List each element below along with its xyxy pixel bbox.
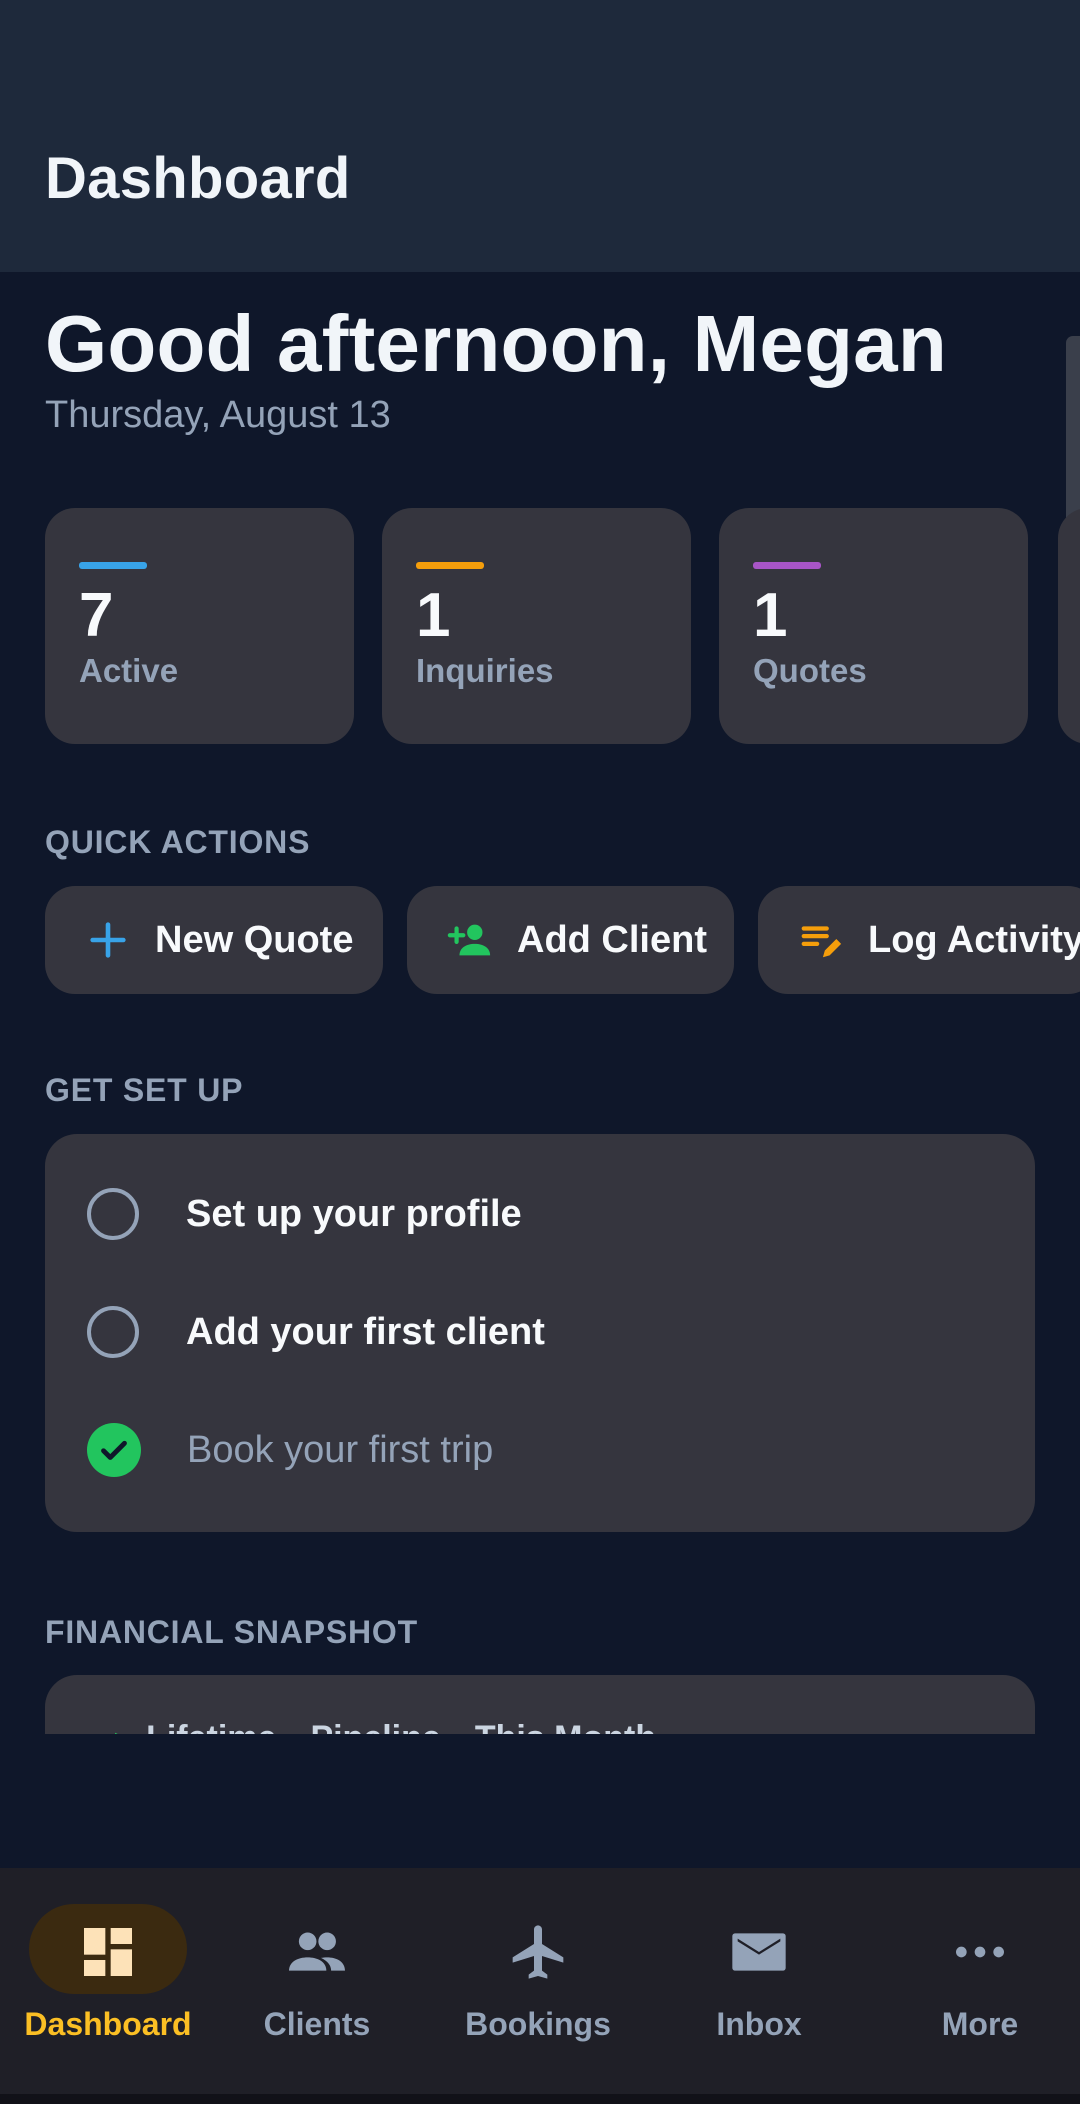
stat-label: Active	[79, 652, 179, 689]
greeting-heading: Good afternoon, Megan	[45, 299, 947, 388]
stat-card-inquiries[interactable]: 1 Inquiries	[382, 508, 691, 744]
checklist-item-label: Set up your profile	[186, 1192, 522, 1235]
stat-label: Quotes	[753, 652, 867, 689]
stat-value: 1	[753, 581, 788, 650]
checklist-item-profile[interactable]: Set up your profile	[87, 1184, 522, 1244]
financial-snapshot-card: ▸ Lifetime Pipeline This Month	[45, 1675, 1035, 1734]
quick-actions-heading: QUICK ACTIONS	[45, 824, 311, 860]
checklist-item-first-client[interactable]: Add your first client	[87, 1302, 545, 1362]
nav-bookings[interactable]: Bookings	[430, 1868, 646, 2094]
get-set-up-heading: GET SET UP	[45, 1072, 244, 1108]
log-activity-button[interactable]: Log Activity	[758, 886, 1080, 994]
edit-note-icon	[801, 926, 842, 958]
more-horizontal-icon	[956, 1946, 1004, 1958]
plus-icon	[90, 922, 126, 958]
person-add-icon	[447, 924, 491, 956]
stat-card-active[interactable]: 7 Active	[45, 508, 354, 744]
stat-value: 7	[79, 581, 114, 650]
onboarding-checklist: Set up your profile Add your first clien…	[45, 1134, 1035, 1532]
add-client-label: Add Client	[517, 918, 707, 961]
stat-label: Inquiries	[416, 652, 554, 689]
unchecked-circle-icon	[87, 1306, 139, 1358]
nav-clients[interactable]: Clients	[209, 1868, 425, 2094]
nav-label: Inbox	[716, 2006, 802, 2042]
stat-accent-bar	[79, 562, 147, 569]
tab-pipeline[interactable]: Pipeline	[310, 1719, 440, 1734]
nav-label: Clients	[263, 2006, 371, 2042]
airplane-icon	[512, 1925, 564, 1979]
new-quote-label: New Quote	[155, 918, 354, 961]
stat-value: 1	[416, 581, 451, 650]
stat-card-quotes[interactable]: 1 Quotes	[719, 508, 1028, 744]
nav-inbox[interactable]: Inbox	[651, 1868, 867, 2094]
checklist-item-label: Book your first trip	[187, 1428, 494, 1471]
stat-accent-bar	[753, 562, 821, 569]
app-root: Dashboard Good afternoon, Megan Thursday…	[0, 0, 1080, 2104]
checklist-item-first-trip[interactable]: Book your first trip	[87, 1420, 493, 1480]
unchecked-circle-icon	[87, 1188, 139, 1240]
stat-accent-bar	[416, 562, 484, 569]
log-activity-label: Log Activity	[868, 918, 1080, 961]
people-icon	[289, 1932, 345, 1971]
system-gesture-area	[0, 2094, 1080, 2104]
nav-more[interactable]: More	[872, 1868, 1080, 2094]
nav-label: More	[941, 2006, 1019, 2042]
financial-tabs: ▸ Lifetime Pipeline This Month	[115, 1719, 656, 1734]
stat-card-offscreen[interactable]	[1058, 508, 1080, 744]
current-date: Thursday, August 13	[45, 394, 391, 436]
tab-this-month[interactable]: This Month	[475, 1719, 656, 1734]
top-app-bar: Dashboard	[0, 0, 1080, 272]
dashboard-scroll-area[interactable]: Good afternoon, Megan Thursday, August 1…	[0, 272, 1080, 1734]
trend-arrow-icon: ▸	[115, 1719, 132, 1734]
nav-label: Bookings	[465, 2006, 611, 2042]
nav-dashboard[interactable]: Dashboard	[0, 1868, 216, 2094]
add-client-button[interactable]: Add Client	[407, 886, 734, 994]
bottom-navigation: Dashboard Clients Bookings Inbox More	[0, 1868, 1080, 2094]
mail-icon	[732, 1933, 786, 1971]
nav-label: Dashboard	[24, 2006, 192, 2042]
tab-lifetime[interactable]: Lifetime	[146, 1719, 276, 1734]
page-title: Dashboard	[45, 146, 351, 211]
new-quote-button[interactable]: New Quote	[45, 886, 383, 994]
financial-snapshot-heading: FINANCIAL SNAPSHOT	[45, 1614, 418, 1650]
checklist-item-label: Add your first client	[186, 1310, 545, 1353]
dashboard-icon	[84, 1928, 132, 1976]
check-circle-icon	[87, 1423, 141, 1477]
